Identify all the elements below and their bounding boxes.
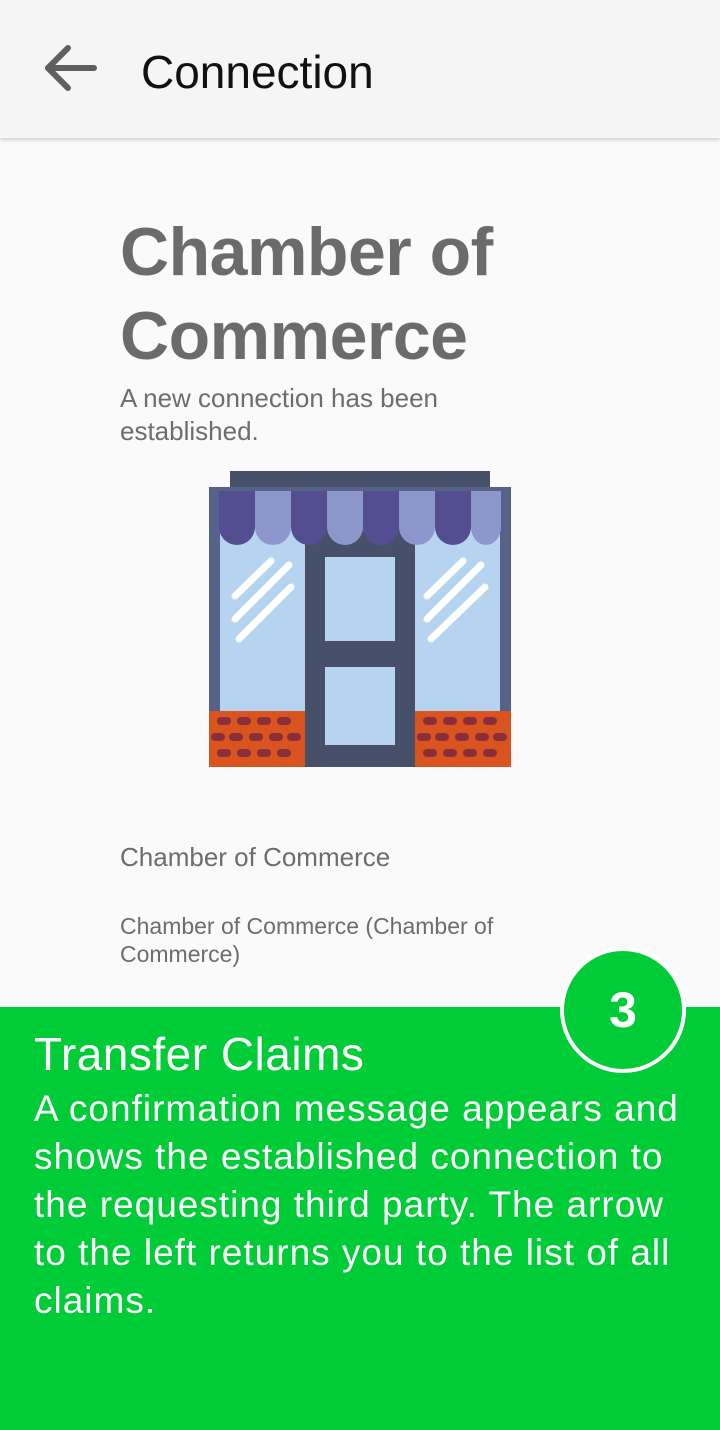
arrow-left-icon [45,45,97,91]
back-button[interactable] [30,30,110,106]
page-title: Connection [141,46,374,98]
storefront-icon [209,471,511,767]
connection-detail: Chamber of Commerce (Chamber of Commerce… [120,913,494,967]
app-bar: Connection [0,0,720,138]
tutorial-description: A confirmation message appears and shows… [34,1088,679,1321]
step-number-badge: 3 [560,947,686,1073]
connection-name: Chamber of Commerce [120,842,391,872]
connection-status-text: A new connection has been established. [120,383,439,446]
tutorial-title: Transfer Claims [34,1028,365,1080]
connection-content: Chamber of Commerce A new connection has… [0,138,720,1007]
organization-title: Chamber of Commerce [120,214,493,374]
